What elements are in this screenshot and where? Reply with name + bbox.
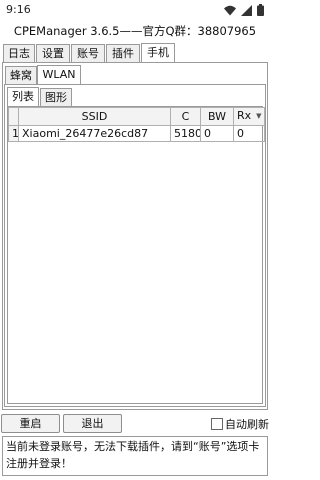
- restart-button[interactable]: 重启: [1, 414, 60, 433]
- status-bar: 9:16: [0, 0, 270, 20]
- column-header-ssid[interactable]: SSID: [18, 107, 171, 126]
- auto-refresh-label: 自动刷新: [225, 418, 269, 431]
- column-header-rx[interactable]: Rx ▼: [233, 107, 265, 126]
- wlan-table: SSID C BW Rx ▼ 1 Xiaomi_26477e26cd87 5180…: [8, 107, 265, 142]
- main-tab-bar: 日志 设置 账号 插件 手机: [2, 43, 268, 63]
- column-header-rx-label: Rx: [237, 109, 252, 122]
- tab-account[interactable]: 账号: [71, 44, 105, 63]
- cell-ssid: Xiaomi_26477e26cd87: [18, 125, 171, 142]
- table-row[interactable]: 1 Xiaomi_26477e26cd87 5180 0 0: [8, 125, 265, 142]
- status-time: 9:16: [6, 3, 31, 16]
- tab-phone[interactable]: 手机: [141, 43, 175, 63]
- tab-list[interactable]: 列表: [7, 87, 39, 107]
- tab-cellular[interactable]: 蜂窝: [5, 66, 37, 85]
- wifi-icon: [224, 5, 236, 15]
- auto-refresh-checkbox[interactable]: [211, 418, 223, 430]
- phone-panel: 蜂窝 WLAN 列表 图形 SSID C BW Rx ▼ 1 Xiaomi_26…: [2, 62, 268, 410]
- column-header-index[interactable]: [8, 107, 19, 126]
- column-header-channel[interactable]: C: [170, 107, 201, 126]
- wlan-panel: 列表 图形 SSID C BW Rx ▼ 1 Xiaomi_26477e26cd…: [4, 84, 266, 407]
- cell-rx: 0: [233, 125, 265, 142]
- exit-button[interactable]: 退出: [63, 414, 122, 433]
- status-message: 当前未登录账号，无法下载插件，请到“账号”选项卡注册并登录！: [2, 436, 268, 476]
- status-icons: [224, 4, 264, 16]
- cell-channel: 5180: [170, 125, 201, 142]
- sort-down-icon: ▼: [256, 112, 262, 120]
- column-header-bandwidth[interactable]: BW: [200, 107, 234, 126]
- tab-plugins[interactable]: 插件: [106, 44, 140, 63]
- tab-wlan[interactable]: WLAN: [37, 65, 81, 85]
- row-index: 1: [8, 125, 19, 142]
- signal-icon: [241, 4, 252, 16]
- tab-graph[interactable]: 图形: [40, 88, 72, 107]
- cell-bandwidth: 0: [200, 125, 234, 142]
- wlan-table-area: SSID C BW Rx ▼ 1 Xiaomi_26477e26cd87 5180…: [7, 106, 265, 404]
- tab-settings[interactable]: 设置: [36, 44, 70, 63]
- tab-log[interactable]: 日志: [3, 44, 35, 63]
- table-header-row: SSID C BW Rx ▼: [8, 107, 265, 126]
- battery-icon: [257, 4, 264, 16]
- window-title: CPEManager 3.6.5——官方Q群：38807965: [13, 24, 257, 38]
- auto-refresh-toggle[interactable]: 自动刷新: [211, 416, 269, 432]
